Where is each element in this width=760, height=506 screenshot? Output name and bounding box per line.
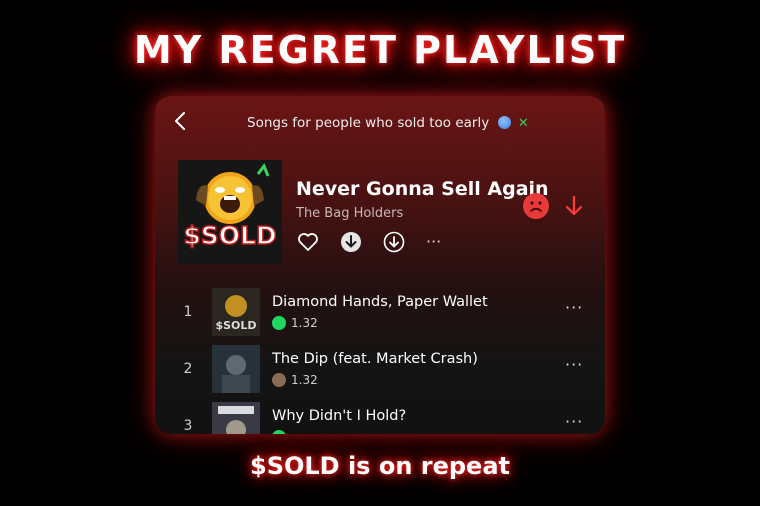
subtitle-text: Songs for people who sold too early: [247, 115, 490, 131]
track-number: 1: [183, 304, 193, 320]
track-more-button[interactable]: ···: [565, 412, 583, 431]
song-title: Never Gonna Sell Again: [296, 178, 549, 200]
track-row-2[interactable]: 2 The Dip (feat. Market Crash) 1.32 ···: [155, 341, 605, 397]
page-title: MY REGRET PLAYLIST: [133, 28, 627, 72]
cold-face-emoji-icon: [497, 116, 511, 129]
track-title: Diamond Hands, Paper Wallet: [272, 294, 488, 310]
track-plays: 1.32: [291, 316, 318, 330]
more-icon: ···: [426, 232, 442, 251]
playlist-card: Songs for people who sold too early ✕ $S…: [155, 96, 605, 434]
track-meta: [272, 430, 291, 434]
download-filled-icon: [341, 232, 361, 252]
heart-icon: [298, 233, 318, 251]
sad-face-icon: [530, 201, 542, 212]
spotify-icon: [272, 316, 286, 330]
sell-down-button[interactable]: [564, 194, 584, 218]
track-row-3[interactable]: 3 Why Didn't I Hold? ···: [155, 398, 605, 434]
track-title: The Dip (feat. Market Crash): [272, 351, 478, 367]
download-outline-icon: [383, 231, 405, 253]
thumb-text: $SOLD: [215, 319, 256, 332]
track-plays: 1.32: [291, 373, 318, 387]
save-offline-button[interactable]: [382, 230, 406, 254]
playlist-subtitle: Songs for people who sold too early ✕: [247, 115, 547, 131]
track-title: Why Didn't I Hold?: [272, 408, 407, 424]
cross-mark-icon: ✕: [517, 116, 529, 131]
artist-name[interactable]: The Bag Holders: [296, 206, 403, 221]
track-thumbnail: [212, 402, 260, 434]
track-meta: 1.32: [272, 316, 318, 330]
footer-caption: $SOLD is on repeat: [250, 452, 510, 480]
user-avatar-icon: [272, 373, 286, 387]
track-more-button[interactable]: ···: [565, 355, 583, 374]
track-number: 2: [183, 361, 193, 377]
back-button[interactable]: [173, 110, 193, 134]
track-more-button[interactable]: ···: [565, 298, 583, 317]
album-art-text: $SOLD: [183, 221, 276, 250]
track-number: 3: [183, 418, 193, 434]
more-options-button[interactable]: ···: [426, 232, 450, 256]
track-meta: 1.32: [272, 373, 318, 387]
spotify-icon: [272, 430, 286, 434]
like-button[interactable]: [296, 230, 320, 254]
chevron-left-icon: [175, 112, 185, 130]
dislike-button[interactable]: [523, 193, 549, 219]
track-thumbnail: $SOLD: [212, 288, 260, 336]
track-thumbnail: [212, 345, 260, 393]
download-button[interactable]: [339, 230, 363, 254]
track-row-1[interactable]: 1 $SOLD Diamond Hands, Paper Wallet 1.32…: [155, 284, 605, 340]
album-art-image: $SOLD: [178, 160, 282, 264]
album-art: $SOLD: [178, 160, 282, 264]
top-bar: Songs for people who sold too early ✕: [155, 96, 605, 150]
arrow-down-icon: [565, 195, 583, 216]
